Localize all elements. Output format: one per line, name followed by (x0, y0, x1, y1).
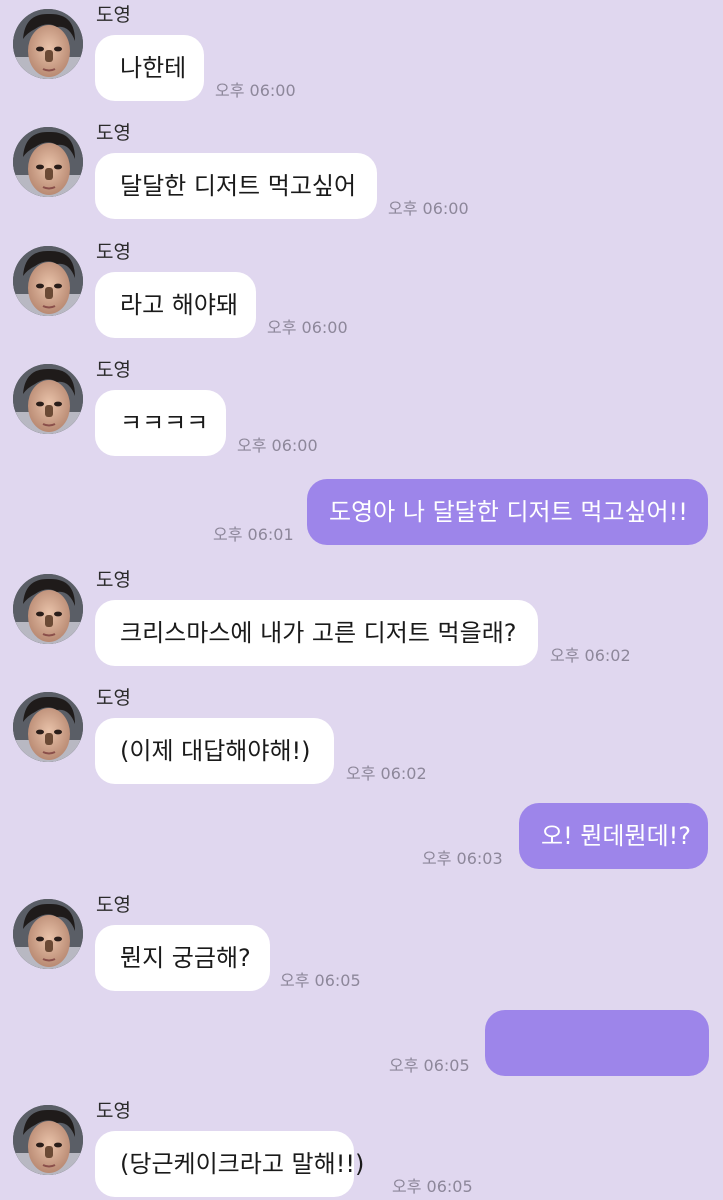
avatar-photo (13, 127, 83, 197)
outgoing-message-bubble[interactable]: 오! 뭔데뭔데!? (519, 803, 708, 869)
sender-name: 도영 (96, 687, 131, 709)
avatar-photo (13, 899, 83, 969)
message-bubble[interactable]: (당근케이크라고 말해!!) (95, 1131, 364, 1197)
avatar-photo (13, 9, 83, 79)
message-timestamp: 오후 06:05 (392, 1177, 473, 1196)
message-timestamp: 오후 06:01 (213, 525, 294, 544)
message-bubble[interactable]: (이제 대답해야해!) (95, 718, 334, 784)
avatar[interactable] (13, 1105, 83, 1175)
avatar[interactable] (13, 692, 83, 762)
avatar-photo (13, 364, 83, 434)
message-bubble[interactable]: 크리스마스에 내가 고른 디저트 먹을래? (95, 600, 538, 666)
message-bubble[interactable]: 뭔지 궁금해? (95, 925, 270, 991)
message-timestamp: 오후 06:03 (422, 849, 503, 868)
avatar[interactable] (13, 364, 83, 434)
outgoing-message-bubble[interactable]: 도영아 나 달달한 디저트 먹고싶어!! (307, 479, 708, 545)
chat-area: 도영 나한테 오후 06:00 도영 달달한 디저트 먹고싶어 오후 06:00 (0, 0, 723, 1200)
sender-name: 도영 (96, 241, 131, 263)
avatar[interactable] (13, 899, 83, 969)
message-timestamp: 오후 06:00 (267, 318, 348, 337)
avatar[interactable] (13, 127, 83, 197)
message-timestamp: 오후 06:00 (388, 199, 469, 218)
sender-name: 도영 (96, 894, 131, 916)
message-bubble[interactable]: 나한테 (95, 35, 204, 101)
sender-name: 도영 (96, 4, 131, 26)
message-bubble[interactable]: 달달한 디저트 먹고싶어 (95, 153, 377, 219)
avatar-photo (13, 1105, 83, 1175)
message-timestamp: 오후 06:02 (346, 764, 427, 783)
outgoing-message-bubble[interactable] (485, 1010, 709, 1076)
avatar-photo (13, 692, 83, 762)
sender-name: 도영 (96, 359, 131, 381)
message-timestamp: 오후 06:00 (215, 81, 296, 100)
message-bubble[interactable]: ㅋㅋㅋㅋ (95, 390, 226, 456)
sender-name: 도영 (96, 122, 131, 144)
avatar-photo (13, 574, 83, 644)
sender-name: 도영 (96, 569, 131, 591)
avatar[interactable] (13, 246, 83, 316)
message-timestamp: 오후 06:05 (280, 971, 361, 990)
message-timestamp: 오후 06:02 (550, 646, 631, 665)
avatar[interactable] (13, 574, 83, 644)
avatar-photo (13, 246, 83, 316)
sender-name: 도영 (96, 1100, 131, 1122)
avatar[interactable] (13, 9, 83, 79)
message-timestamp: 오후 06:05 (389, 1056, 470, 1075)
message-timestamp: 오후 06:00 (237, 436, 318, 455)
message-bubble[interactable]: 라고 해야돼 (95, 272, 256, 338)
